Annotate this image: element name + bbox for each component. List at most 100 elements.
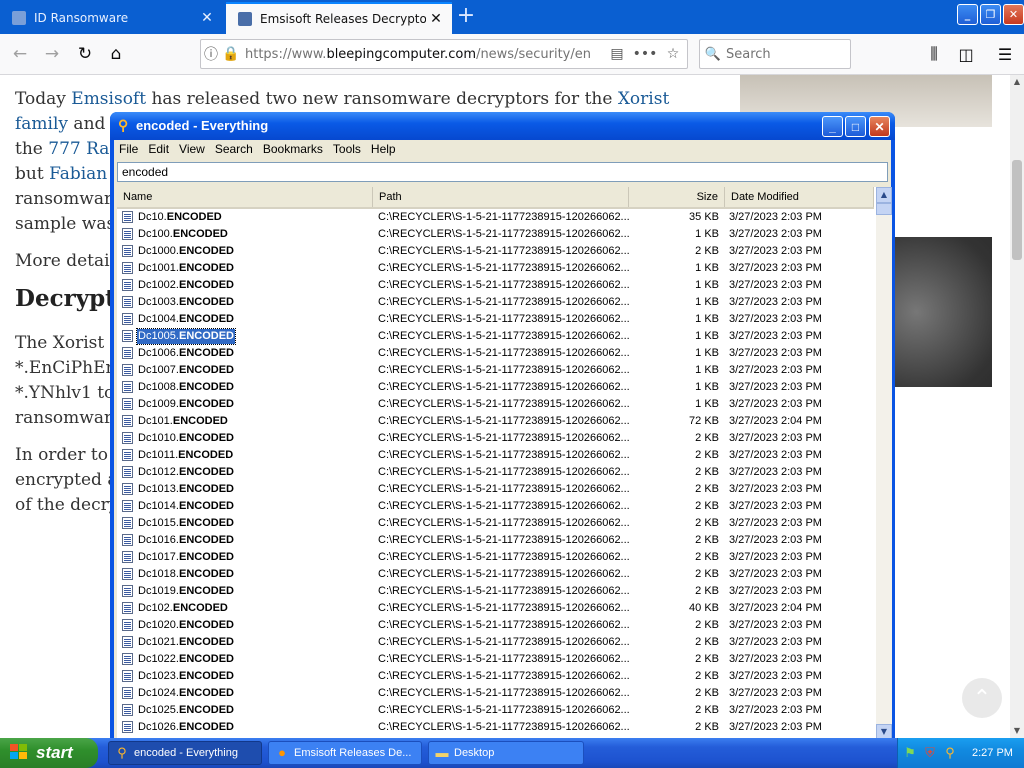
column-header-date-modified[interactable]: Date Modified bbox=[725, 187, 874, 207]
result-file-name[interactable]: Dc1003.ENCODED bbox=[137, 295, 235, 310]
result-row[interactable]: Dc1003.ENCODED C:\RECYCLER\S-1-5-21-11772… bbox=[117, 294, 874, 311]
result-file-name[interactable]: Dc1017.ENCODED bbox=[137, 550, 235, 565]
everything-tray-icon[interactable]: ⚲ bbox=[942, 745, 958, 761]
results-list[interactable]: Name Path Size Date Modified Dc10.ENCODE… bbox=[117, 187, 892, 740]
result-row[interactable]: Dc1005.ENCODED C:\RECYCLER\S-1-5-21-11772… bbox=[117, 328, 874, 345]
result-row[interactable]: Dc101.ENCODED C:\RECYCLER\S-1-5-21-117723… bbox=[117, 413, 874, 430]
tab-id-ransomware[interactable]: ID Ransomware ✕ bbox=[0, 2, 223, 34]
result-row[interactable]: Dc1010.ENCODED C:\RECYCLER\S-1-5-21-11772… bbox=[117, 430, 874, 447]
menu-search[interactable]: Search bbox=[210, 140, 258, 159]
result-file-name[interactable]: Dc1005.ENCODED bbox=[136, 328, 236, 345]
result-row[interactable]: Dc100.ENCODED C:\RECYCLER\S-1-5-21-117723… bbox=[117, 226, 874, 243]
new-tab-button[interactable]: + bbox=[455, 5, 477, 28]
url-text[interactable]: https://www.bleepingcomputer.com/news/se… bbox=[245, 47, 603, 62]
taskbar-item-everything[interactable]: ⚲ encoded - Everything bbox=[108, 741, 262, 765]
result-row[interactable]: Dc1019.ENCODED C:\RECYCLER\S-1-5-21-11772… bbox=[117, 583, 874, 600]
result-file-name[interactable]: Dc1021.ENCODED bbox=[137, 635, 235, 650]
column-header-name[interactable]: Name bbox=[117, 187, 373, 207]
result-row[interactable]: Dc1015.ENCODED C:\RECYCLER\S-1-5-21-11772… bbox=[117, 515, 874, 532]
result-row[interactable]: Dc1014.ENCODED C:\RECYCLER\S-1-5-21-11772… bbox=[117, 498, 874, 515]
menu-help[interactable]: Help bbox=[366, 140, 401, 159]
scrollbar-thumb[interactable] bbox=[876, 203, 892, 215]
result-file-name[interactable]: Dc1000.ENCODED bbox=[137, 244, 235, 259]
result-row[interactable]: Dc1008.ENCODED C:\RECYCLER\S-1-5-21-11772… bbox=[117, 379, 874, 396]
column-header-size[interactable]: Size bbox=[629, 187, 725, 207]
result-row[interactable]: Dc1002.ENCODED C:\RECYCLER\S-1-5-21-11772… bbox=[117, 277, 874, 294]
result-file-name[interactable]: Dc1022.ENCODED bbox=[137, 652, 235, 667]
close-tab-icon[interactable]: ✕ bbox=[197, 10, 217, 26]
scroll-down-arrow-icon[interactable]: ▼ bbox=[1010, 724, 1024, 738]
url-bar[interactable]: ⓘ 🔒 https://www.bleepingcomputer.com/new… bbox=[200, 39, 688, 69]
everything-title-bar[interactable]: ⚲ encoded - Everything _ □ ✕ bbox=[110, 112, 895, 140]
result-file-name[interactable]: Dc1008.ENCODED bbox=[137, 380, 235, 395]
result-file-name[interactable]: Dc1012.ENCODED bbox=[137, 465, 235, 480]
page-scrollbar[interactable]: ▲ ▼ bbox=[1010, 75, 1024, 738]
result-row[interactable]: Dc1025.ENCODED C:\RECYCLER\S-1-5-21-11772… bbox=[117, 702, 874, 719]
menu-tools[interactable]: Tools bbox=[328, 140, 366, 159]
scroll-up-arrow-icon[interactable]: ▲ bbox=[1010, 75, 1024, 89]
result-file-name[interactable]: Dc1002.ENCODED bbox=[137, 278, 235, 293]
menu-edit[interactable]: Edit bbox=[143, 140, 174, 159]
clock[interactable]: 2:27 PM bbox=[972, 747, 1013, 759]
maximize-button[interactable]: □ bbox=[845, 116, 866, 137]
result-file-name[interactable]: Dc1006.ENCODED bbox=[137, 346, 235, 361]
result-row[interactable]: Dc1017.ENCODED C:\RECYCLER\S-1-5-21-11772… bbox=[117, 549, 874, 566]
result-file-name[interactable]: Dc1011.ENCODED bbox=[137, 448, 234, 463]
result-row[interactable]: Dc1020.ENCODED C:\RECYCLER\S-1-5-21-11772… bbox=[117, 617, 874, 634]
result-row[interactable]: Dc1023.ENCODED C:\RECYCLER\S-1-5-21-11772… bbox=[117, 668, 874, 685]
result-file-name[interactable]: Dc1007.ENCODED bbox=[137, 363, 235, 378]
close-window-button[interactable]: ✕ bbox=[1003, 4, 1024, 25]
close-tab-icon[interactable]: ✕ bbox=[426, 11, 446, 27]
result-row[interactable]: Dc1004.ENCODED C:\RECYCLER\S-1-5-21-11772… bbox=[117, 311, 874, 328]
results-scrollbar[interactable]: ▲ ▼ bbox=[876, 187, 892, 740]
result-file-name[interactable]: Dc1018.ENCODED bbox=[137, 567, 235, 582]
result-file-name[interactable]: Dc102.ENCODED bbox=[137, 601, 229, 616]
result-file-name[interactable]: Dc1020.ENCODED bbox=[137, 618, 235, 633]
scrollbar-thumb[interactable] bbox=[1012, 160, 1022, 260]
minimize-button[interactable]: _ bbox=[957, 4, 978, 25]
result-file-name[interactable]: Dc1016.ENCODED bbox=[137, 533, 235, 548]
result-row[interactable]: Dc1001.ENCODED C:\RECYCLER\S-1-5-21-11772… bbox=[117, 260, 874, 277]
sidebar-toggle-icon[interactable]: ◫ bbox=[954, 42, 978, 66]
result-file-name[interactable]: Dc10.ENCODED bbox=[137, 210, 223, 225]
result-file-name[interactable]: Dc1010.ENCODED bbox=[137, 431, 235, 446]
result-row[interactable]: Dc1000.ENCODED C:\RECYCLER\S-1-5-21-11772… bbox=[117, 243, 874, 260]
scroll-up-arrow-icon[interactable]: ▲ bbox=[876, 187, 892, 203]
search-input[interactable]: 🔍 Search bbox=[699, 39, 851, 69]
forward-button[interactable]: → bbox=[40, 42, 64, 66]
back-button[interactable]: ← bbox=[8, 42, 32, 66]
result-row[interactable]: Dc102.ENCODED C:\RECYCLER\S-1-5-21-117723… bbox=[117, 600, 874, 617]
result-row[interactable]: Dc1011.ENCODED C:\RECYCLER\S-1-5-21-11772… bbox=[117, 447, 874, 464]
hamburger-menu-icon[interactable]: ☰ bbox=[993, 42, 1017, 66]
result-file-name[interactable]: Dc1025.ENCODED bbox=[137, 703, 235, 718]
result-row[interactable]: Dc1026.ENCODED C:\RECYCLER\S-1-5-21-11772… bbox=[117, 719, 874, 736]
result-row[interactable]: Dc1018.ENCODED C:\RECYCLER\S-1-5-21-11772… bbox=[117, 566, 874, 583]
reader-view-icon[interactable]: ▤ bbox=[603, 46, 631, 62]
security-shield-icon[interactable]: ⛨ bbox=[922, 745, 938, 761]
reload-button[interactable]: ↻ bbox=[73, 42, 97, 66]
result-file-name[interactable]: Dc1013.ENCODED bbox=[137, 482, 235, 497]
info-icon[interactable]: ⓘ bbox=[201, 44, 221, 64]
page-actions-icon[interactable]: ••• bbox=[631, 46, 659, 62]
result-file-name[interactable]: Dc1023.ENCODED bbox=[137, 669, 235, 684]
everything-search-input[interactable]: encoded bbox=[117, 162, 888, 182]
result-file-name[interactable]: Dc1009.ENCODED bbox=[137, 397, 235, 412]
restore-button[interactable]: ❐ bbox=[980, 4, 1001, 25]
menu-bookmarks[interactable]: Bookmarks bbox=[258, 140, 328, 159]
result-row[interactable]: Dc1016.ENCODED C:\RECYCLER\S-1-5-21-11772… bbox=[117, 532, 874, 549]
result-file-name[interactable]: Dc1014.ENCODED bbox=[137, 499, 235, 514]
bookmark-star-icon[interactable]: ☆ bbox=[659, 46, 687, 62]
column-header-path[interactable]: Path bbox=[373, 187, 629, 207]
result-row[interactable]: Dc1006.ENCODED C:\RECYCLER\S-1-5-21-11772… bbox=[117, 345, 874, 362]
result-row[interactable]: Dc1007.ENCODED C:\RECYCLER\S-1-5-21-11772… bbox=[117, 362, 874, 379]
result-row[interactable]: Dc1021.ENCODED C:\RECYCLER\S-1-5-21-11772… bbox=[117, 634, 874, 651]
menu-view[interactable]: View bbox=[174, 140, 210, 159]
result-file-name[interactable]: Dc1026.ENCODED bbox=[137, 720, 235, 735]
minimize-button[interactable]: _ bbox=[822, 116, 843, 137]
scroll-to-top-button[interactable]: ⌃ bbox=[962, 678, 1002, 718]
result-row[interactable]: Dc1013.ENCODED C:\RECYCLER\S-1-5-21-11772… bbox=[117, 481, 874, 498]
result-file-name[interactable]: Dc101.ENCODED bbox=[137, 414, 229, 429]
taskbar-item-firefox[interactable]: ● Emsisoft Releases De... bbox=[268, 741, 422, 765]
emsisoft-link[interactable]: Emsisoft bbox=[71, 89, 146, 109]
home-button[interactable]: ⌂ bbox=[104, 42, 128, 66]
